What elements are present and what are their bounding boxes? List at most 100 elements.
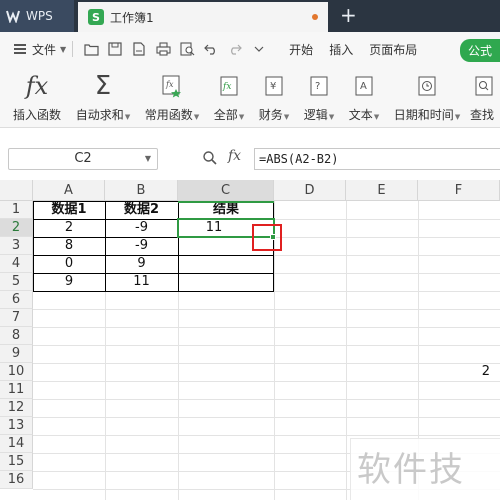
clock-icon xyxy=(392,72,462,100)
fx-icon[interactable]: fx xyxy=(228,148,241,164)
chevron-down-icon: ▼ xyxy=(144,154,151,163)
document-tab[interactable]: S 工作簿1 xyxy=(78,2,328,32)
hamburger-menu-icon[interactable] xyxy=(14,42,26,56)
row-header[interactable]: 9 xyxy=(0,345,33,363)
name-box[interactable]: C2 ▼ xyxy=(8,148,158,170)
table-cell[interactable]: 9 xyxy=(33,273,105,291)
app-name: WPS xyxy=(26,9,53,23)
quick-access-chevron-icon[interactable] xyxy=(251,41,267,57)
column-header-c[interactable]: C xyxy=(178,180,274,201)
table-cell[interactable]: 9 xyxy=(105,255,178,273)
chevron-down-icon: ▼ xyxy=(60,44,67,54)
sigma-icon: Σ xyxy=(94,71,112,101)
column-header-d[interactable]: D xyxy=(274,180,346,201)
spreadsheet-grid[interactable]: A B C D E F 1 2 3 4 5 6 7 8 9 10 11 12 13 14 15 16 数据1 … xyxy=(0,180,500,500)
row-header[interactable]: 6 xyxy=(0,291,33,309)
svg-text:A: A xyxy=(360,81,367,92)
formula-input[interactable]: =ABS(A2-B2) xyxy=(254,148,500,170)
autosum-button[interactable]: Σ 自动求和▼ xyxy=(73,71,133,123)
table-cell[interactable]: 0 xyxy=(33,255,105,273)
question-book-icon: ? xyxy=(301,72,337,100)
watermark: 软件技巧 xyxy=(350,438,500,500)
date-time-functions-button[interactable]: 日期和时间▼ xyxy=(392,72,462,123)
column-header-f[interactable]: F xyxy=(418,180,500,201)
row-header[interactable]: 1 xyxy=(0,201,33,219)
tab-home[interactable]: 开始 xyxy=(281,41,321,58)
row-header[interactable]: 4 xyxy=(0,255,33,273)
gridline xyxy=(33,309,500,310)
column-active-indicator xyxy=(178,201,274,203)
gridline xyxy=(33,291,500,292)
star-fx-icon: fx xyxy=(142,72,202,100)
tab-formulas[interactable]: 公式 xyxy=(459,39,500,62)
table-header-cell[interactable]: 数据1 xyxy=(33,201,105,219)
table-cell[interactable] xyxy=(178,273,274,291)
column-header-e[interactable]: E xyxy=(346,180,418,201)
gridline xyxy=(33,435,500,436)
wps-spreadsheet-window: WPS S 工作簿1 + 文件 ▼ 开始 插入 页面布局 公式 fx 插入函数 … xyxy=(0,0,500,500)
row-header[interactable]: 11 xyxy=(0,381,33,399)
financial-functions-button[interactable]: ¥ 财务▼ xyxy=(256,72,292,123)
row-header[interactable]: 8 xyxy=(0,327,33,345)
print-icon[interactable] xyxy=(155,41,171,57)
table-cell[interactable]: -9 xyxy=(105,219,178,237)
export-pdf-icon[interactable] xyxy=(131,41,147,57)
row-header[interactable]: 3 xyxy=(0,237,33,255)
row-header[interactable]: 12 xyxy=(0,399,33,417)
date-time-functions-label: 日期和时间 xyxy=(393,108,454,122)
spreadsheet-icon: S xyxy=(88,9,104,25)
wps-home-tab[interactable]: WPS xyxy=(0,0,74,32)
undo-icon[interactable] xyxy=(203,41,219,57)
column-header-a[interactable]: A xyxy=(33,180,105,201)
logical-functions-button[interactable]: ? 逻辑▼ xyxy=(301,72,337,123)
print-preview-icon[interactable] xyxy=(179,41,195,57)
row-header[interactable]: 14 xyxy=(0,435,33,453)
select-all-corner[interactable] xyxy=(0,180,33,201)
table-cell[interactable]: 8 xyxy=(33,237,105,255)
text-functions-button[interactable]: A 文本▼ xyxy=(346,72,382,123)
lookup-functions-button[interactable]: 查找 xyxy=(470,72,500,123)
table-cell[interactable]: 11 xyxy=(178,219,274,237)
gridline xyxy=(33,417,500,418)
cell-value[interactable]: 2 xyxy=(418,363,490,381)
table-cell[interactable]: -9 xyxy=(105,237,178,255)
search-book-icon xyxy=(470,72,500,100)
table-cell[interactable] xyxy=(178,237,274,255)
common-functions-button[interactable]: fx 常用函数▼ xyxy=(142,72,202,123)
table-header-cell[interactable]: 数据2 xyxy=(105,201,178,219)
table-cell[interactable]: 2 xyxy=(33,219,105,237)
tab-insert[interactable]: 插入 xyxy=(321,41,361,58)
name-box-value: C2 xyxy=(74,151,92,166)
fx-icon: fx xyxy=(25,72,49,100)
row-header[interactable]: 15 xyxy=(0,453,33,471)
table-header-cell[interactable]: 结果 xyxy=(178,201,274,219)
gridline xyxy=(33,327,500,328)
svg-text:?: ? xyxy=(315,81,320,92)
column-header-b[interactable]: B xyxy=(105,180,178,201)
fill-handle[interactable] xyxy=(270,234,276,240)
unsaved-indicator-icon xyxy=(312,14,318,20)
tab-page-layout[interactable]: 页面布局 xyxy=(361,41,425,58)
row-header[interactable]: 5 xyxy=(0,273,33,291)
menu-bar: 文件 ▼ 开始 插入 页面布局 公式 xyxy=(0,32,500,66)
text-a-icon: A xyxy=(346,72,382,100)
all-functions-button[interactable]: fx 全部▼ xyxy=(211,72,247,123)
insert-function-button[interactable]: fx 插入函数 xyxy=(12,72,62,123)
row-header[interactable]: 7 xyxy=(0,309,33,327)
gridline xyxy=(346,201,347,500)
zoom-icon[interactable] xyxy=(202,150,218,166)
row-header[interactable]: 2 xyxy=(0,219,33,237)
redo-icon[interactable] xyxy=(227,41,243,57)
save-icon[interactable] xyxy=(107,41,123,57)
file-menu-button[interactable]: 文件 ▼ xyxy=(32,41,66,58)
table-cell[interactable] xyxy=(178,255,274,273)
svg-text:¥: ¥ xyxy=(270,81,276,92)
row-header[interactable]: 13 xyxy=(0,417,33,435)
svg-text:fx: fx xyxy=(222,82,231,92)
table-cell[interactable]: 11 xyxy=(105,273,178,291)
row-header[interactable]: 16 xyxy=(0,471,33,489)
file-menu-label: 文件 xyxy=(32,42,57,57)
new-tab-button[interactable]: + xyxy=(340,5,357,25)
row-header[interactable]: 10 xyxy=(0,363,33,381)
open-folder-icon[interactable] xyxy=(83,41,99,57)
